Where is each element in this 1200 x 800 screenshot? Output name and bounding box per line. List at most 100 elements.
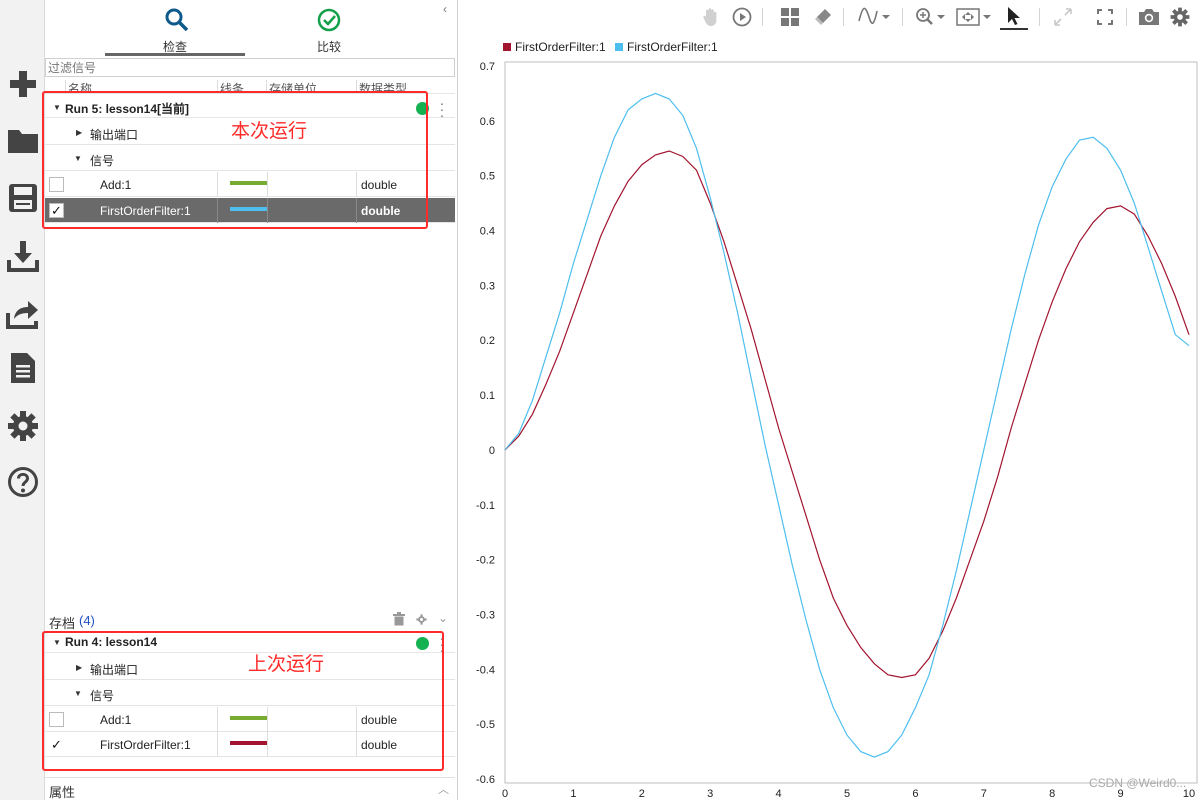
y-tick-label: -0.1 (476, 500, 495, 512)
toolbar-separator (902, 8, 903, 26)
run-5-header[interactable]: ▼ Run 5: lesson14[当前] · · · (45, 96, 455, 122)
share-icon[interactable] (3, 292, 43, 336)
run-indicator (416, 637, 429, 650)
tab-inspect-label: 检查 (162, 40, 187, 54)
archive-header[interactable]: 存档 (4) ⌄ (45, 610, 455, 631)
signal-row-firstorderfilter[interactable]: ✓ FirstOrderFilter:1 double (45, 732, 455, 757)
run-4-title: Run 4: lesson14 (65, 635, 158, 649)
group-signals[interactable]: ▼ 信号 (45, 146, 455, 171)
chevron-down-icon[interactable]: ⌄ (438, 611, 448, 625)
tab-inspect[interactable]: 检查 (105, 4, 245, 56)
properties-label: 属性 (49, 785, 76, 800)
camera-icon[interactable] (1137, 6, 1161, 28)
fit-icon[interactable] (955, 6, 993, 28)
caret-down-icon[interactable]: ▼ (53, 103, 61, 112)
settings-icon[interactable] (1168, 6, 1192, 28)
properties-header[interactable]: 属性 ︿ (45, 777, 455, 800)
y-tick-label: -0.3 (476, 609, 495, 621)
help-icon[interactable] (3, 460, 43, 504)
signal-type: double (361, 713, 398, 727)
type-cell: double (356, 707, 455, 732)
col-line[interactable]: 线条 (217, 80, 244, 93)
chevron-up-icon[interactable]: ︿ (438, 781, 449, 797)
play-icon[interactable] (731, 6, 753, 28)
signal-checkbox[interactable] (49, 177, 64, 192)
archive-settings-icon[interactable] (416, 614, 427, 625)
legend-label: FirstOrderFilter:1 (515, 40, 606, 54)
col-units[interactable]: 存储单位 (266, 80, 317, 93)
signal-row-add[interactable]: Add:1 double (45, 172, 455, 197)
units-cell (267, 198, 357, 223)
tab-compare[interactable]: 比较 (259, 4, 399, 56)
col-name[interactable]: 名称 (65, 80, 92, 93)
x-tick-label: 4 (776, 788, 782, 800)
y-tick-label: 0.2 (480, 335, 495, 347)
signal-checkbox[interactable] (49, 712, 64, 727)
download-icon[interactable] (3, 234, 43, 278)
units-cell (267, 707, 357, 732)
new-icon[interactable] (3, 62, 43, 106)
y-tick-label: 0.7 (480, 61, 495, 73)
toolbar-separator (843, 8, 844, 26)
plot-area[interactable]: FirstOrderFilter:1 FirstOrderFilter:1 0 1 2… (459, 34, 1200, 800)
report-icon[interactable] (3, 346, 43, 390)
x-tick-label: 5 (844, 788, 850, 800)
annotation-previous-run: 上次运行 (248, 654, 325, 675)
line-swatch (230, 741, 268, 745)
open-folder-icon[interactable] (3, 118, 43, 162)
signal-type: double (361, 204, 401, 218)
plot-frame (504, 61, 1198, 784)
left-toolbar (0, 0, 45, 800)
y-tick-label: -0.2 (476, 555, 495, 567)
x-tick-label: 6 (912, 788, 918, 800)
archive-label: 存档 (49, 616, 76, 631)
caret-down-icon[interactable]: ▼ (53, 638, 61, 647)
clear-icon[interactable] (812, 6, 834, 28)
caret-right-icon[interactable]: ▶ (76, 663, 82, 672)
signal-name: FirstOrderFilter:1 (100, 738, 191, 752)
line-cell[interactable] (217, 198, 268, 223)
y-tick-label: 0.6 (480, 116, 495, 128)
line-swatch (230, 181, 268, 185)
pan-icon[interactable] (701, 6, 721, 28)
signal-checkbox-checked[interactable]: ✓ (49, 203, 64, 218)
legend-swatch (503, 43, 511, 51)
line-cell[interactable] (217, 732, 268, 757)
type-cell: double (356, 198, 455, 223)
y-tick-label: 0.1 (480, 390, 495, 402)
line-cell[interactable] (217, 172, 268, 197)
tab-compare-label: 比较 (316, 40, 341, 54)
fullscreen-icon[interactable] (1094, 6, 1116, 28)
toolbar-separator (762, 8, 763, 26)
save-icon[interactable] (3, 176, 43, 220)
expand-icon[interactable] (1052, 6, 1074, 28)
signal-row-add[interactable]: Add:1 double (45, 707, 455, 732)
y-tick-label: 0.4 (480, 226, 495, 238)
settings-icon[interactable] (3, 404, 43, 448)
zoom-icon[interactable] (914, 6, 946, 28)
layout-icon[interactable] (779, 6, 801, 28)
col-datatype[interactable]: 数据类型 (356, 80, 407, 93)
caret-right-icon[interactable]: ▶ (76, 128, 82, 137)
units-cell (267, 172, 357, 197)
cursor-icon[interactable] (1000, 4, 1028, 30)
filter-signals-input[interactable] (45, 58, 455, 77)
kebab-menu-icon[interactable]: · · · (439, 631, 445, 657)
caret-down-icon[interactable]: ▼ (74, 154, 82, 163)
data-inspector-window: 检查 比较 ‹ 名称 线条 存储单位 数据类型 ▼ Run 5: lesson1… (0, 0, 1200, 800)
legend-label: FirstOrderFilter:1 (627, 40, 718, 54)
trash-icon[interactable] (393, 612, 405, 626)
kebab-menu-icon[interactable]: · · · (439, 96, 445, 122)
line-swatch (230, 716, 268, 720)
signal-checkbox-checked[interactable]: ✓ (49, 737, 64, 752)
caret-down-icon[interactable]: ▼ (74, 689, 82, 698)
line-chart[interactable]: FirstOrderFilter:1 FirstOrderFilter:1 0 1 2… (459, 34, 1200, 800)
signal-name: Add:1 (100, 713, 132, 727)
line-cell[interactable] (217, 707, 268, 732)
signal-icon[interactable] (857, 6, 891, 28)
line-swatch (230, 207, 268, 211)
collapse-panel-icon[interactable]: ‹ (443, 2, 447, 16)
group-signals[interactable]: ▼ 信号 (45, 681, 455, 706)
signal-row-firstorderfilter[interactable]: ✓ FirstOrderFilter:1 double (45, 198, 455, 223)
legend-swatch (615, 43, 623, 51)
